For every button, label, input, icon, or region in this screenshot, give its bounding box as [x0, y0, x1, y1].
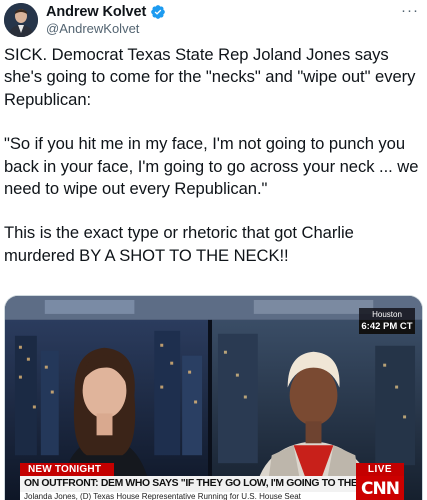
- chyron-live-tag: LIVE: [356, 463, 404, 476]
- broadcast-time: 6:42 PM CT: [359, 320, 415, 334]
- tweet-paragraph: SICK. Democrat Texas State Rep Joland Jo…: [4, 45, 416, 109]
- location-time-box: Houston 6:42 PM CT: [359, 308, 415, 334]
- tweet-quote-paragraph: "So if you hit me in my face, I'm not go…: [4, 134, 419, 199]
- chyron-subheadline: Jolanda Jones, (D) Texas House Represent…: [20, 492, 356, 500]
- author-handle[interactable]: @AndrewKolvet: [46, 21, 139, 36]
- chyron-headline: ON OUTFRONT: DEM WHO SAYS "IF THEY GO LO…: [20, 476, 356, 492]
- cnn-logo-text: CNN: [361, 479, 400, 499]
- tweet-paragraph: This is the exact type or rhetoric that …: [4, 223, 354, 265]
- avatar-image: [4, 3, 38, 37]
- author-display-name[interactable]: Andrew Kolvet: [46, 4, 146, 20]
- name-row: Andrew Kolvet: [46, 4, 166, 20]
- profile-avatar[interactable]: [4, 3, 38, 37]
- chyron-new-tonight-tag: NEW TONIGHT: [20, 463, 114, 476]
- tweet-body: SICK. Democrat Texas State Rep Joland Jo…: [4, 44, 422, 267]
- cnn-logo: CNN: [356, 476, 404, 500]
- verified-badge-icon: [151, 5, 166, 19]
- tweet-header: Andrew Kolvet @AndrewKolvet ···: [0, 0, 427, 40]
- broadcast-location: Houston: [372, 310, 402, 319]
- more-options-icon[interactable]: ···: [401, 2, 419, 19]
